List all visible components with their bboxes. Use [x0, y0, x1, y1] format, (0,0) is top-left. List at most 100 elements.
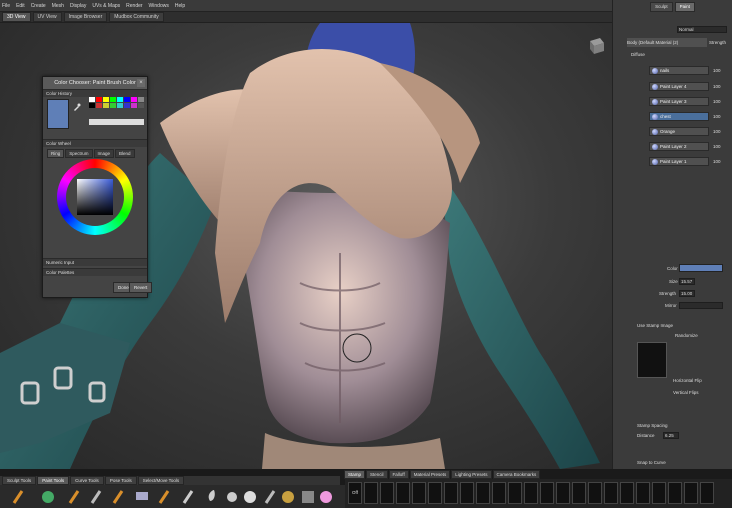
menu-windows[interactable]: Windows [149, 3, 169, 9]
current-color-swatch[interactable] [47, 99, 69, 129]
stamp-tile[interactable] [492, 482, 506, 504]
paint-tool-icons[interactable] [0, 485, 345, 508]
material-row[interactable]: Body (Default Material (2) [627, 38, 707, 47]
menu-render[interactable]: Render [126, 3, 142, 9]
tab-3d-view[interactable]: 3D View [2, 12, 31, 22]
tab-mudbox-community[interactable]: Mudbox Community [109, 12, 164, 22]
distance-input[interactable]: 6.25 [663, 432, 679, 439]
stamp-tile[interactable] [556, 482, 570, 504]
stamp-tile[interactable] [508, 482, 522, 504]
tab-image[interactable]: Image [93, 149, 115, 158]
color-wheel[interactable] [57, 159, 133, 235]
layer-row[interactable]: Paint Layer 3 [649, 97, 709, 106]
menu-mesh[interactable]: Mesh [52, 3, 64, 9]
tab-paint[interactable]: Paint [674, 2, 695, 12]
stamp-tile[interactable] [540, 482, 554, 504]
menu-display[interactable]: Display [70, 3, 86, 9]
stamp-tile[interactable] [620, 482, 634, 504]
stamp-tile[interactable] [380, 482, 394, 504]
layer-opacity[interactable]: 100 [713, 159, 721, 164]
color-history-header[interactable]: Color History [43, 89, 147, 97]
tab-ring[interactable]: Ring [47, 149, 65, 158]
tab-stencil[interactable]: Stencil [366, 470, 388, 479]
stamp-tile[interactable] [460, 482, 474, 504]
distance-label: Distance [637, 433, 655, 438]
menu-help[interactable]: Help [175, 3, 185, 9]
menu-file[interactable]: File [2, 3, 10, 9]
layer-opacity[interactable]: 100 [713, 68, 721, 73]
eyedropper-icon[interactable] [73, 103, 81, 111]
stamp-off-label: Off [352, 490, 358, 495]
menu-create[interactable]: Create [31, 3, 46, 9]
menu-edit[interactable]: Edit [16, 3, 25, 9]
stamp-tile[interactable] [684, 482, 698, 504]
stamp-tile[interactable] [668, 482, 682, 504]
stamp-tile[interactable] [524, 482, 538, 504]
color-wheel-header[interactable]: Color Wheel [43, 139, 147, 147]
revert-button[interactable]: Revert [129, 282, 153, 293]
tab-stamp[interactable]: Stamp [344, 470, 366, 479]
stamp-off-tile[interactable]: Off [348, 482, 362, 504]
tab-blend[interactable]: Blend [115, 149, 135, 158]
layer-opacity[interactable]: 100 [713, 99, 721, 104]
tab-camera-bookmarks[interactable]: Camera Bookmarks [492, 470, 541, 479]
stamp-tile[interactable] [700, 482, 714, 504]
stamp-image-preview[interactable] [637, 342, 667, 378]
mirror-dropdown[interactable] [679, 302, 723, 309]
stamp-tile[interactable] [444, 482, 458, 504]
stamp-tile[interactable] [652, 482, 666, 504]
numeric-input-header[interactable]: Numeric Input [43, 258, 147, 266]
tab-material-presets[interactable]: Material Presets [409, 470, 451, 479]
stamp-tile[interactable] [636, 482, 650, 504]
layer-opacity[interactable]: 100 [713, 144, 721, 149]
tab-pose-tools[interactable]: Pose Tools [104, 476, 137, 485]
paint-brush-icon [12, 490, 24, 504]
diffuse-row[interactable]: Diffuse [631, 50, 645, 59]
stamp-tile[interactable] [588, 482, 602, 504]
layer-row[interactable]: Paint Layer 1 [649, 157, 709, 166]
tab-falloff[interactable]: Falloff [388, 470, 409, 479]
color-palettes-header[interactable]: Color Palettes [43, 268, 147, 276]
tab-paint-tools[interactable]: Paint Tools [37, 476, 70, 485]
use-stamp-checkbox[interactable]: Use Stamp Image [637, 323, 673, 328]
stamp-tile[interactable] [604, 482, 618, 504]
view-cube-icon[interactable] [586, 35, 606, 55]
properties-panel: Sculpt Paint Normal Body (Default Materi… [612, 0, 732, 469]
layer-row[interactable]: Paint Layer 2 [649, 142, 709, 151]
tab-spectrum[interactable]: Spectrum [65, 149, 93, 158]
tab-sculpt[interactable]: Sculpt [650, 2, 673, 12]
layer-opacity[interactable]: 100 [713, 84, 721, 89]
color-history-swatches[interactable] [89, 97, 145, 127]
menu-uvs-maps[interactable]: UVs & Maps [92, 3, 120, 9]
strength-input[interactable]: 15.00 [679, 290, 695, 297]
stamp-tile[interactable] [428, 482, 442, 504]
layer-opacity[interactable]: 100 [713, 114, 721, 119]
brush-color-swatch[interactable] [679, 264, 723, 272]
close-icon[interactable]: × [137, 79, 145, 87]
blend-mode-dropdown[interactable]: Normal [677, 26, 727, 33]
layer-row-selected[interactable]: chest [649, 112, 709, 121]
tab-select-move-tools[interactable]: Select/Move Tools [137, 476, 185, 485]
layer-opacity[interactable]: 100 [713, 129, 721, 134]
layer-row[interactable]: Paint Layer 4 [649, 82, 709, 91]
snap-to-curve-checkbox[interactable]: Snap to Curve [637, 460, 666, 465]
stamp-tile[interactable] [572, 482, 586, 504]
horizontal-flip-checkbox[interactable]: Horizontal Flip [673, 378, 702, 383]
stamp-tile[interactable] [476, 482, 490, 504]
layer-row[interactable]: Orange [649, 127, 709, 136]
layer-name: Orange [660, 129, 676, 134]
randomize-checkbox[interactable]: Randomize [675, 333, 698, 338]
tab-lighting-presets[interactable]: Lighting Presets [451, 470, 492, 479]
stamp-tile[interactable] [364, 482, 378, 504]
tab-uv-view[interactable]: UV View [32, 12, 62, 22]
tab-image-browser[interactable]: Image Browser [63, 12, 108, 22]
stamp-spacing-checkbox[interactable]: Stamp Spacing [637, 423, 668, 428]
saturation-value-square[interactable] [77, 179, 113, 215]
layer-row[interactable]: nails [649, 66, 709, 75]
stamp-tile[interactable] [412, 482, 426, 504]
tab-sculpt-tools[interactable]: Sculpt Tools [2, 476, 37, 485]
size-input[interactable]: 15.57 [679, 278, 695, 285]
stamp-tile[interactable] [396, 482, 410, 504]
tab-curve-tools[interactable]: Curve Tools [70, 476, 104, 485]
vertical-flip-checkbox[interactable]: Vertical Flips [673, 390, 699, 395]
